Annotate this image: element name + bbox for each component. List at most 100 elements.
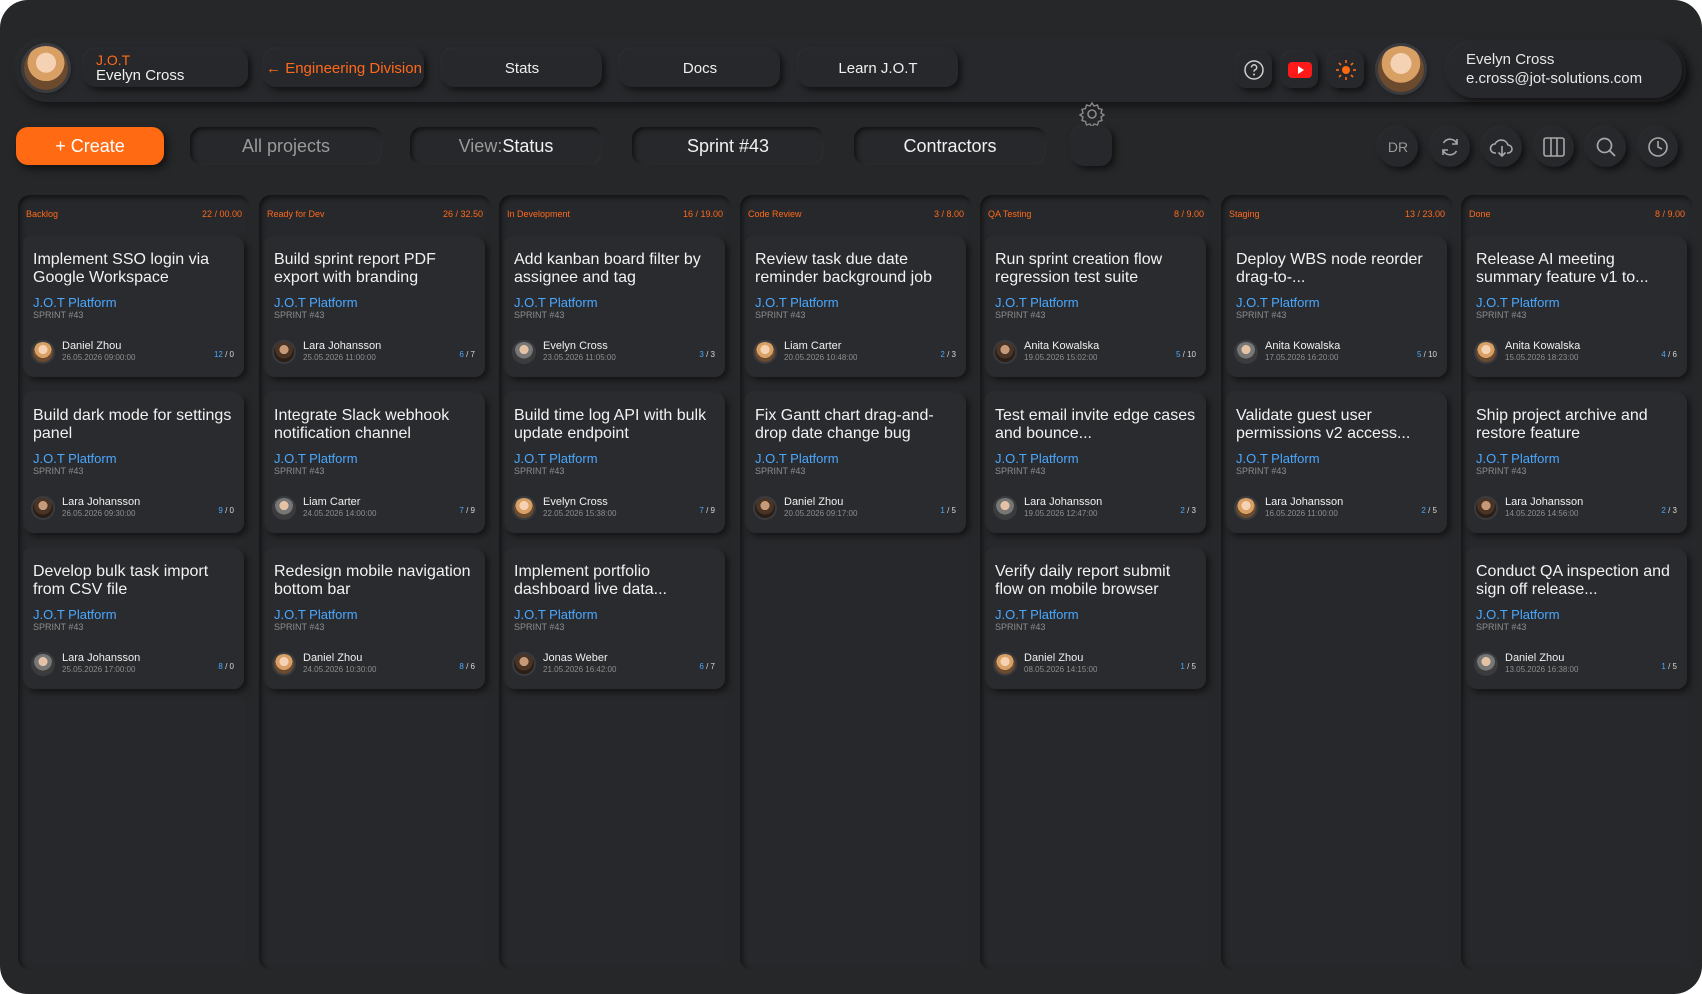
- settings-icon[interactable]: [1078, 100, 1106, 128]
- task-progress: 2 / 5: [1421, 506, 1437, 515]
- company-avatar[interactable]: [24, 46, 68, 90]
- division-link[interactable]: ← Engineering Division: [264, 49, 424, 87]
- column-staging: Staging 13 / 23.00 Deploy WBS node reorder…: [1221, 195, 1453, 970]
- task-date: 22.05.2026 15:38:00: [543, 509, 617, 518]
- task-card[interactable]: Fix Gantt chart drag-and-drop date chang…: [746, 393, 966, 533]
- task-project[interactable]: J.O.T Platform: [995, 608, 1198, 622]
- task-project[interactable]: J.O.T Platform: [755, 296, 958, 310]
- task-card[interactable]: Verify daily report submit flow on mobil…: [986, 549, 1206, 689]
- nav-docs[interactable]: Docs: [620, 49, 780, 87]
- task-date: 20.05.2026 09:17:00: [784, 509, 858, 518]
- task-project[interactable]: J.O.T Platform: [274, 452, 477, 466]
- view-selector[interactable]: View: Status: [410, 127, 602, 165]
- create-button[interactable]: + Create: [16, 127, 164, 165]
- task-card[interactable]: Conduct QA inspection and sign off relea…: [1467, 549, 1687, 689]
- task-project[interactable]: J.O.T Platform: [274, 296, 477, 310]
- task-sprint: SPRINT #43: [274, 622, 325, 632]
- task-project[interactable]: J.O.T Platform: [33, 608, 236, 622]
- task-card[interactable]: Build time log API with bulk update endp…: [505, 393, 725, 533]
- history-button[interactable]: [1638, 127, 1678, 167]
- assignee-avatar: [1476, 342, 1496, 362]
- task-card[interactable]: Build sprint report PDF export with bran…: [265, 237, 485, 377]
- task-project[interactable]: J.O.T Platform: [995, 452, 1198, 466]
- column-count: 16 / 19.00: [682, 209, 723, 219]
- task-card[interactable]: Validate guest user permissions v2 acces…: [1227, 393, 1447, 533]
- task-card[interactable]: Ship project archive and restore feature…: [1467, 393, 1687, 533]
- task-sprint: SPRINT #43: [755, 310, 806, 320]
- assignee-avatar: [1476, 498, 1496, 518]
- assignee-name: Daniel Zhou: [1505, 652, 1565, 664]
- search-button[interactable]: [1586, 127, 1626, 167]
- company-name: J.O.T: [96, 52, 131, 68]
- youtube-icon: [1288, 62, 1312, 78]
- projects-filter[interactable]: All projects: [190, 127, 382, 165]
- column-qa-testing: QA Testing 8 / 9.00 Run sprint creation fl…: [980, 195, 1212, 970]
- help-button[interactable]: [1236, 52, 1272, 88]
- assignee-name: Lara Johansson: [1505, 496, 1584, 508]
- assignee-name: Anita Kowalska: [1505, 340, 1581, 352]
- task-project[interactable]: J.O.T Platform: [514, 296, 717, 310]
- view-value: Status: [502, 135, 554, 156]
- column-title: QA Testing: [988, 209, 1032, 219]
- task-card[interactable]: Release AI meeting summary feature v1 to…: [1467, 237, 1687, 377]
- user-avatar[interactable]: [1378, 46, 1424, 92]
- user-profile[interactable]: Evelyn Cross e.cross@jot-solutions.com: [1446, 42, 1682, 98]
- task-project[interactable]: J.O.T Platform: [755, 452, 958, 466]
- task-card[interactable]: Add kanban board filter by assignee and …: [505, 237, 725, 377]
- refresh-button[interactable]: [1430, 127, 1470, 167]
- task-title: Test email invite edge cases and bounce.…: [995, 407, 1196, 442]
- task-project[interactable]: J.O.T Platform: [514, 452, 717, 466]
- task-date: 21.05.2026 16:42:00: [543, 665, 617, 674]
- column-header: QA Testing 8 / 9.00: [988, 209, 1204, 221]
- extra-toggle[interactable]: [1072, 126, 1112, 166]
- initials-filter[interactable]: DR: [1378, 127, 1418, 167]
- youtube-button[interactable]: [1282, 52, 1318, 88]
- sprint-selector[interactable]: Sprint #43: [632, 127, 824, 165]
- task-card[interactable]: Integrate Slack webhook notification cha…: [265, 393, 485, 533]
- task-sprint: SPRINT #43: [755, 466, 806, 476]
- task-progress: 5 / 10: [1175, 350, 1196, 359]
- task-card[interactable]: Deploy WBS node reorder drag-to-... J.O.T…: [1227, 237, 1447, 377]
- task-card[interactable]: Implement SSO login via Google Workspace…: [24, 237, 244, 377]
- download-button[interactable]: [1482, 127, 1522, 167]
- assignee-name: Daniel Zhou: [1024, 652, 1084, 664]
- assignee-name: Daniel Zhou: [784, 496, 844, 508]
- task-project[interactable]: J.O.T Platform: [33, 296, 236, 310]
- columns-button[interactable]: [1534, 127, 1574, 167]
- task-sprint: SPRINT #43: [514, 622, 565, 632]
- column-count: 22 / 00.00: [201, 209, 242, 219]
- task-project[interactable]: J.O.T Platform: [33, 452, 236, 466]
- task-project[interactable]: J.O.T Platform: [1476, 452, 1679, 466]
- task-card[interactable]: Build dark mode for settings panel J.O.T …: [24, 393, 244, 533]
- task-project[interactable]: J.O.T Platform: [1236, 452, 1439, 466]
- task-title: Develop bulk task import from CSV file: [33, 563, 209, 598]
- theme-toggle-button[interactable]: [1328, 52, 1364, 88]
- task-progress: 7 / 9: [459, 506, 475, 515]
- assignee-avatar: [1476, 654, 1496, 674]
- task-project[interactable]: J.O.T Platform: [1236, 296, 1439, 310]
- contractors-filter[interactable]: Contractors: [854, 127, 1046, 165]
- task-project[interactable]: J.O.T Platform: [514, 608, 717, 622]
- columns-icon: [1543, 137, 1565, 157]
- column-header: In Development 16 / 19.00: [507, 209, 723, 221]
- task-sprint: SPRINT #43: [514, 310, 565, 320]
- task-card[interactable]: Run sprint creation flow regression test…: [986, 237, 1206, 377]
- task-project[interactable]: J.O.T Platform: [1476, 296, 1679, 310]
- task-card[interactable]: Redesign mobile navigation bottom bar J.O…: [265, 549, 485, 689]
- task-project[interactable]: J.O.T Platform: [274, 608, 477, 622]
- task-date: 24.05.2026 10:30:00: [303, 665, 377, 674]
- assignee-name: Lara Johansson: [62, 496, 141, 508]
- task-card[interactable]: Develop bulk task import from CSV file J.…: [24, 549, 244, 689]
- task-project[interactable]: J.O.T Platform: [1476, 608, 1679, 622]
- account-switcher[interactable]: J.O.T Evelyn Cross: [84, 49, 248, 87]
- task-footer: Liam Carter 20.05.2026 10:48:00 2 / 3: [755, 339, 956, 365]
- task-project[interactable]: J.O.T Platform: [995, 296, 1198, 310]
- task-title: Validate guest user permissions v2 acces…: [1236, 407, 1411, 442]
- task-progress: 6 / 7: [699, 662, 715, 671]
- nav-stats[interactable]: Stats: [442, 49, 602, 87]
- nav-learn[interactable]: Learn J.O.T: [798, 49, 958, 87]
- task-card[interactable]: Implement portfolio dashboard live data.…: [505, 549, 725, 689]
- column-count: 3 / 8.00: [933, 209, 964, 219]
- task-card[interactable]: Test email invite edge cases and bounce.…: [986, 393, 1206, 533]
- task-card[interactable]: Review task due date reminder background…: [746, 237, 966, 377]
